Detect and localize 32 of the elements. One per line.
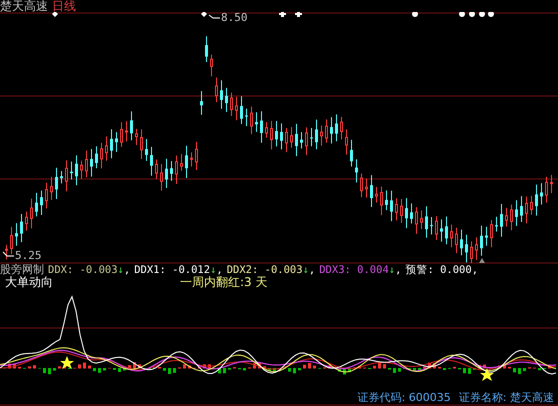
low-price-label: 5.25 <box>15 250 42 262</box>
indicator-label: DDX3: 0.004 <box>319 264 389 276</box>
diamond-icon <box>52 12 58 17</box>
star-icon <box>480 368 494 381</box>
high-price-label: 8.50 <box>221 12 248 24</box>
indicator-label: DDX1: -0.012 <box>134 264 210 276</box>
indicator-name: 股旁网制 <box>0 264 44 276</box>
plus-icon <box>295 12 302 17</box>
stock-name: 楚天高速 <box>0 0 48 12</box>
security-code: 证券代码: 600035 <box>358 391 451 404</box>
separator: , <box>216 264 223 276</box>
separator: , <box>395 264 402 276</box>
panel-note: 一周内翻红:3 天 <box>180 276 268 289</box>
indicator-label: 预警: 0.000 <box>405 264 472 276</box>
separator: , <box>124 264 130 276</box>
leader-line <box>2 252 14 256</box>
down-arrow: ↓ <box>210 264 216 276</box>
star-icon <box>60 356 74 369</box>
panel-title: 大单动向 <box>5 276 53 289</box>
security-name: 证券名称: 楚天高速 <box>458 391 554 404</box>
separator: , <box>472 264 478 276</box>
diamond-icon <box>201 12 207 17</box>
leader-line <box>208 14 220 18</box>
indicator-label: DDX2: -0.003 <box>226 264 303 276</box>
triangle-icon <box>479 258 485 263</box>
period-label: 日线 <box>52 0 76 12</box>
down-arrow: ↓ <box>302 264 309 276</box>
separator: , <box>308 264 316 276</box>
indicator-label: DDX: -0.003 <box>48 264 118 276</box>
plus-icon <box>279 12 286 17</box>
down-arrow: ↓ <box>388 264 396 276</box>
down-arrow: ↓ <box>118 264 124 276</box>
